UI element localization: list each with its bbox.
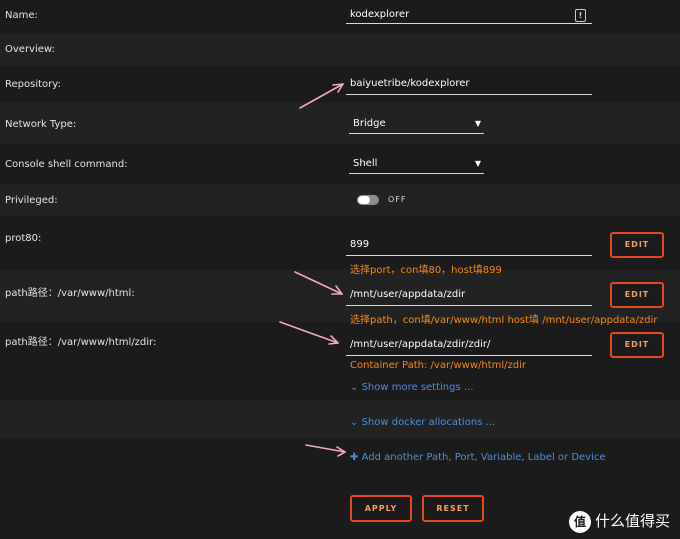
arrow-path2 (279, 321, 339, 344)
watermark-text: 什么值得买 (594, 512, 670, 530)
annotation-arrows (279, 83, 346, 457)
arrow-path1 (294, 271, 343, 295)
watermark-badge: 值 (568, 510, 591, 533)
watermark: 值什么值得买 (568, 510, 670, 533)
arrow-repository (299, 83, 344, 109)
